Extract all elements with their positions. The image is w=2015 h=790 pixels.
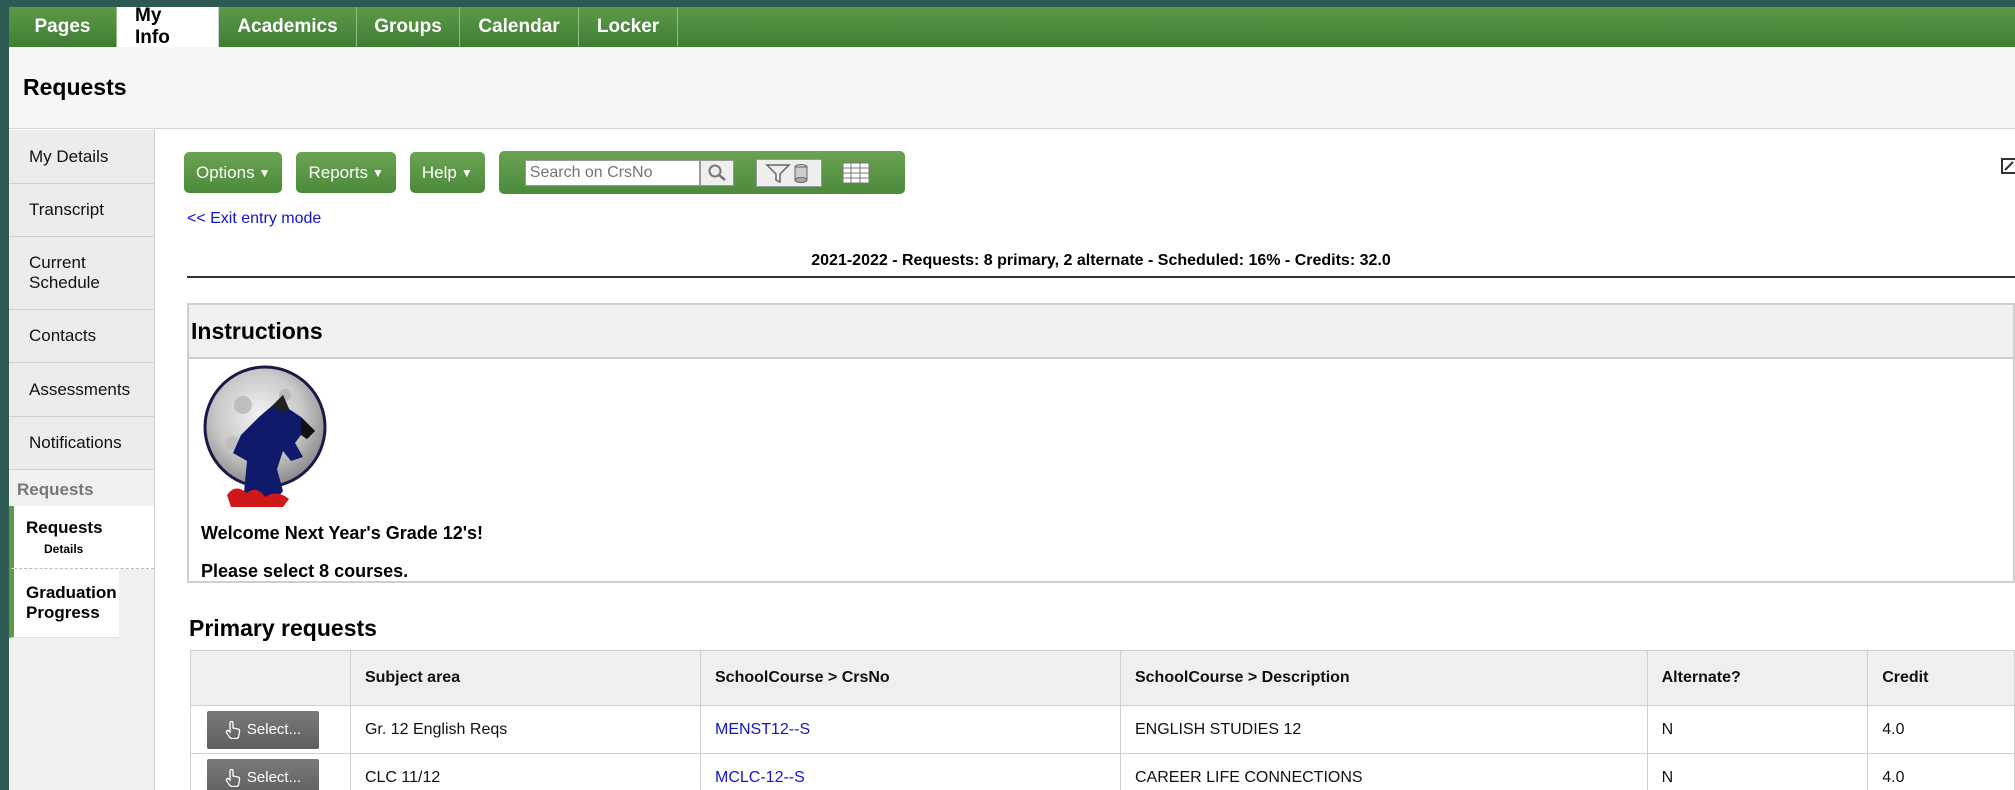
help-label: Help [421, 162, 457, 182]
popout-icon [2001, 158, 2015, 174]
table-row: Select... Gr. 12 English Reqs MENST12--S… [190, 705, 2015, 754]
exit-entry-mode-link[interactable]: << Exit entry mode [187, 210, 321, 228]
sidebar-item-transcript[interactable]: Transcript [9, 184, 154, 237]
cell-alternate: N [1646, 705, 1869, 754]
reports-label: Reports [308, 162, 369, 182]
options-button[interactable]: Options ▼ [184, 152, 283, 193]
column-header-select [190, 650, 351, 706]
sidebar-subitem-requests-label: Requests [26, 518, 103, 537]
options-label: Options [196, 162, 255, 182]
cell-credit: 4.0 [1867, 705, 2015, 754]
wolf-moon-logo-icon [203, 365, 327, 507]
search-bar [498, 151, 905, 194]
grid-icon [842, 162, 870, 183]
tab-academics[interactable]: Academics [219, 7, 357, 47]
chevron-down-icon: ▼ [460, 165, 473, 180]
select-cell: Select... [190, 705, 351, 754]
search-button[interactable] [699, 159, 734, 186]
filter-icon [764, 163, 808, 183]
cell-credit: 4.0 [1867, 753, 2015, 790]
sidebar-item-current-schedule[interactable]: Current Schedule [9, 237, 154, 310]
primary-requests-table: Subject area SchoolCourse > CrsNo School… [190, 650, 2015, 790]
sidebar-subitem-requests[interactable]: Requests Details [9, 506, 154, 569]
cell-crsno: MCLC-12--S [700, 753, 1121, 790]
cell-description: ENGLISH STUDIES 12 [1119, 705, 1648, 754]
cell-description: CAREER LIFE CONNECTIONS [1119, 753, 1648, 790]
course-link[interactable]: MENST12--S [715, 721, 810, 738]
cell-alternate: N [1646, 753, 1869, 790]
app-frame: Pages My Info Academics Groups Calendar … [9, 7, 2015, 790]
welcome-text: Welcome Next Year's Grade 12's! [201, 523, 484, 543]
cell-subject-area: Gr. 12 English Reqs [349, 705, 702, 754]
sidebar-item-assessments[interactable]: Assessments [9, 363, 154, 417]
reports-button[interactable]: Reports ▼ [296, 152, 396, 193]
hand-pointer-icon [225, 768, 241, 787]
page-title: Requests [23, 74, 127, 100]
search-input[interactable] [524, 159, 700, 186]
tab-calendar[interactable]: Calendar [460, 7, 579, 47]
tab-groups[interactable]: Groups [357, 7, 460, 47]
select-prompt-text: Please select 8 courses. [201, 561, 409, 581]
cell-subject-area: CLC 11/12 [349, 753, 702, 790]
chevron-down-icon: ▼ [258, 165, 271, 180]
search-icon [708, 164, 726, 181]
select-button-label: Select... [246, 721, 302, 738]
top-navigation: Pages My Info Academics Groups Calendar … [9, 7, 2015, 48]
tab-my-info[interactable]: My Info [117, 7, 219, 48]
select-button-label: Select... [246, 769, 302, 786]
sidebar-item-contacts[interactable]: Contacts [9, 310, 154, 363]
hand-pointer-icon [225, 720, 241, 739]
instructions-panel: Instructions Welcome Next Year's Grade 1… [187, 303, 2015, 583]
sidebar-item-my-details[interactable]: My Details [9, 130, 154, 184]
select-button[interactable]: Select... [207, 758, 319, 790]
tab-locker[interactable]: Locker [579, 7, 678, 47]
primary-requests-title: Primary requests [189, 615, 377, 641]
column-header-description[interactable]: SchoolCourse > Description [1119, 650, 1648, 706]
toolbar: Options ▼ Reports ▼ Help ▼ [184, 151, 905, 194]
instructions-title: Instructions [189, 305, 2013, 359]
help-button[interactable]: Help ▼ [409, 152, 485, 193]
column-header-subject-area[interactable]: Subject area [349, 650, 702, 706]
grid-view-button[interactable] [842, 162, 870, 184]
table-row: Select... CLC 11/12 MCLC-12--S CAREER LI… [190, 753, 2015, 790]
table-header-row: Subject area SchoolCourse > CrsNo School… [190, 650, 2015, 706]
column-header-crsno[interactable]: SchoolCourse > CrsNo [700, 650, 1121, 706]
popout-button[interactable] [2001, 157, 2015, 180]
select-cell: Select... [190, 753, 351, 790]
sidebar-item-notifications[interactable]: Notifications [9, 417, 154, 470]
select-button[interactable]: Select... [207, 710, 319, 749]
tab-pages[interactable]: Pages [9, 7, 117, 47]
main-content: Options ▼ Reports ▼ Help ▼ Search on Crs… [174, 130, 2015, 790]
chevron-down-icon: ▼ [372, 165, 384, 180]
column-header-alternate[interactable]: Alternate? [1646, 650, 1869, 706]
cell-crsno: MENST12--S [700, 705, 1121, 754]
sidebar-subitem-details[interactable]: Details [44, 542, 142, 556]
school-logo [203, 365, 331, 512]
side-navigation: My Details Transcript Current Schedule C… [9, 130, 155, 790]
course-link[interactable]: MCLC-12--S [715, 769, 805, 786]
sidebar-section-header: Requests [17, 480, 94, 499]
requests-summary: 2021-2022 - Requests: 8 primary, 2 alter… [187, 252, 2015, 278]
column-header-credit[interactable]: Credit [1867, 650, 2015, 706]
sidebar-subitem-graduation-progress[interactable]: Graduation Progress [9, 569, 119, 638]
page-header: Requests [9, 47, 2015, 129]
filter-button[interactable] [755, 158, 822, 187]
